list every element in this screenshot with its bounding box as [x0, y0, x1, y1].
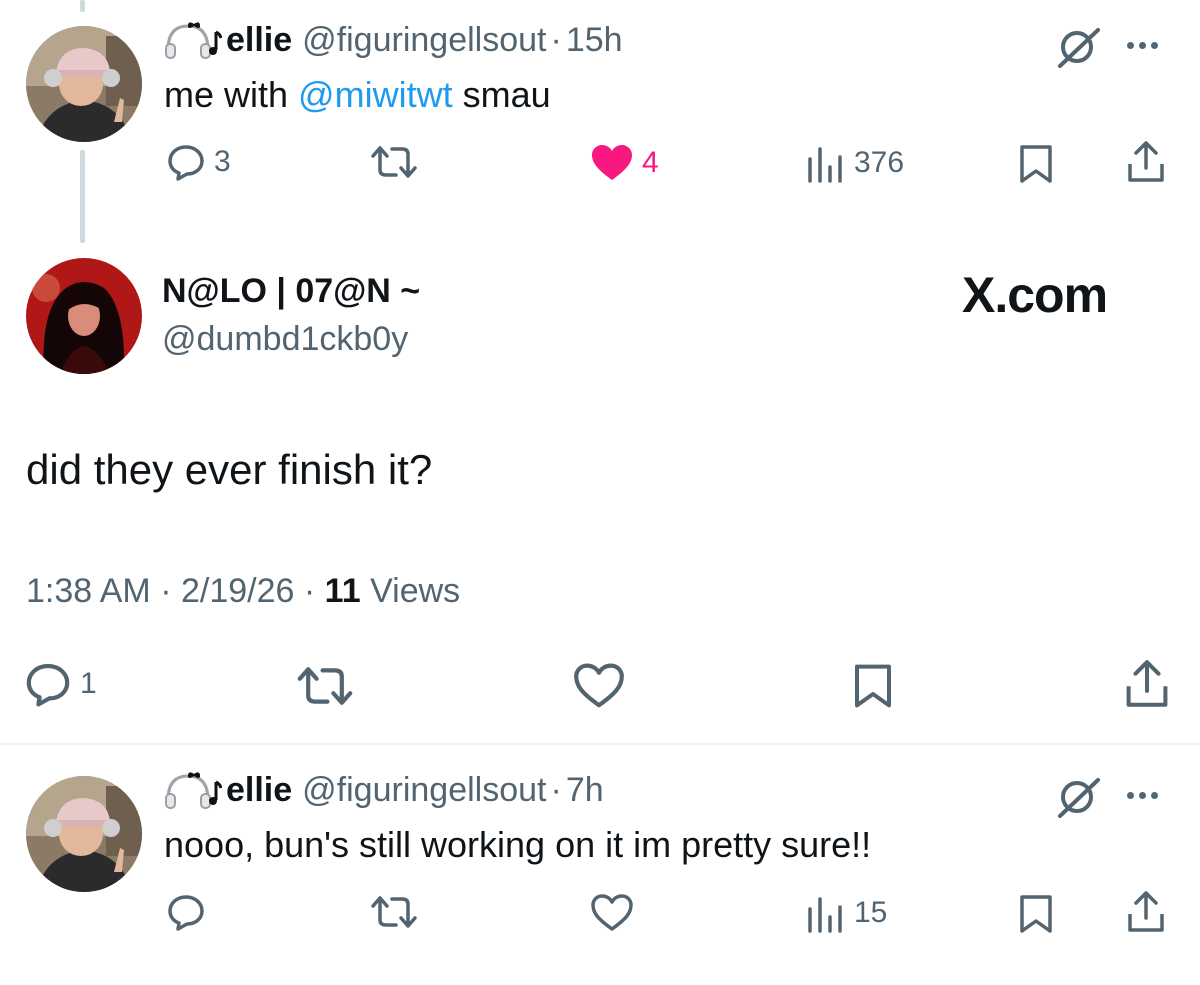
display-name[interactable]: ellie: [226, 771, 292, 810]
retweet-button[interactable]: [370, 892, 418, 932]
tweet-header: ellie @figuringellsout · 7h: [164, 770, 604, 810]
timestamp[interactable]: 15h: [566, 21, 623, 60]
grok-icon[interactable]: [1056, 26, 1102, 68]
views-icon: [808, 147, 842, 183]
retweet-icon: [371, 896, 417, 928]
tweet-text-end: smau: [452, 74, 551, 115]
like-count: 4: [642, 146, 659, 179]
main-handle[interactable]: @dumbd1ckb0y: [162, 320, 408, 359]
views-count: 15: [854, 896, 888, 929]
tweet-header: ellie @figuringellsout · 15h: [164, 20, 623, 60]
bookmark-icon: [1020, 145, 1052, 183]
main-like-button[interactable]: [572, 662, 626, 710]
reply-count: 3: [214, 145, 231, 178]
bookmark-button[interactable]: [1018, 143, 1054, 185]
more-icon[interactable]: [1127, 792, 1158, 799]
handle[interactable]: @figuringellsout: [302, 21, 546, 60]
views-button[interactable]: 15: [806, 893, 887, 933]
headphones-emoji-icon: [165, 22, 222, 59]
separator-dot: ·: [303, 572, 316, 610]
x-com-watermark: X.com: [962, 267, 1108, 323]
display-name[interactable]: ellie: [226, 21, 292, 60]
like-icon: [592, 145, 632, 180]
share-icon: [1126, 660, 1168, 707]
like-icon: [591, 894, 633, 931]
share-button[interactable]: [1126, 890, 1166, 934]
like-button[interactable]: 4: [590, 143, 659, 183]
avatar[interactable]: [26, 776, 142, 892]
reply-button[interactable]: 3: [166, 142, 231, 182]
main-time[interactable]: 1:38 AM: [26, 572, 151, 610]
headphones-emoji-icon: [165, 772, 222, 809]
handle[interactable]: @figuringellsout: [302, 771, 546, 810]
main-tweet-text: did they ever finish it?: [26, 446, 433, 493]
main-retweet-button[interactable]: [296, 662, 354, 710]
separator-dot: ·: [550, 20, 562, 59]
bookmark-icon: [855, 664, 891, 708]
share-icon: [1128, 141, 1164, 182]
main-share-button[interactable]: [1124, 658, 1170, 710]
thread-line: [80, 150, 85, 243]
reply-icon: [168, 895, 204, 931]
mention-link[interactable]: @miwitwt: [298, 74, 453, 115]
avatar[interactable]: [26, 26, 142, 142]
main-reply-button[interactable]: 1: [24, 660, 97, 708]
reply-icon: [168, 145, 204, 181]
retweet-icon: [371, 146, 417, 178]
reply-icon: [26, 663, 70, 707]
reply-button[interactable]: [166, 892, 206, 932]
share-icon: [1128, 891, 1164, 932]
share-button[interactable]: [1126, 140, 1166, 184]
separator-dot: ·: [160, 572, 172, 610]
grok-icon[interactable]: [1056, 776, 1102, 818]
more-icon[interactable]: [1127, 42, 1158, 49]
main-views-label: Views: [370, 572, 461, 610]
separator-dot: ·: [550, 770, 562, 809]
like-button[interactable]: [590, 893, 634, 933]
views-count: 376: [854, 146, 905, 179]
tweet-text: me with @miwitwt smau: [164, 74, 551, 116]
retweet-button[interactable]: [370, 142, 418, 182]
tweet-text: nooo, bun's still working on it im prett…: [164, 824, 872, 865]
main-bookmark-button[interactable]: [852, 662, 894, 710]
timestamp[interactable]: 7h: [566, 771, 604, 810]
views-button[interactable]: 376: [806, 143, 904, 183]
bookmark-icon: [1020, 895, 1052, 933]
main-reply-count: 1: [80, 667, 97, 700]
main-display-name[interactable]: N@LO | 07@N ~: [162, 272, 420, 311]
main-avatar[interactable]: [26, 258, 142, 374]
like-icon: [574, 663, 624, 708]
main-date[interactable]: 2/19/26: [181, 572, 294, 610]
retweet-icon: [297, 667, 353, 705]
thread-line-top: [80, 0, 85, 12]
views-icon: [808, 897, 842, 933]
tweet-text-start: me with: [164, 74, 299, 115]
bookmark-button[interactable]: [1018, 893, 1054, 935]
main-views-number: 11: [324, 572, 361, 610]
divider: [0, 743, 1200, 745]
main-timestamp-row: 1:38 AM · 2/19/26 · 11 Views: [26, 572, 460, 611]
